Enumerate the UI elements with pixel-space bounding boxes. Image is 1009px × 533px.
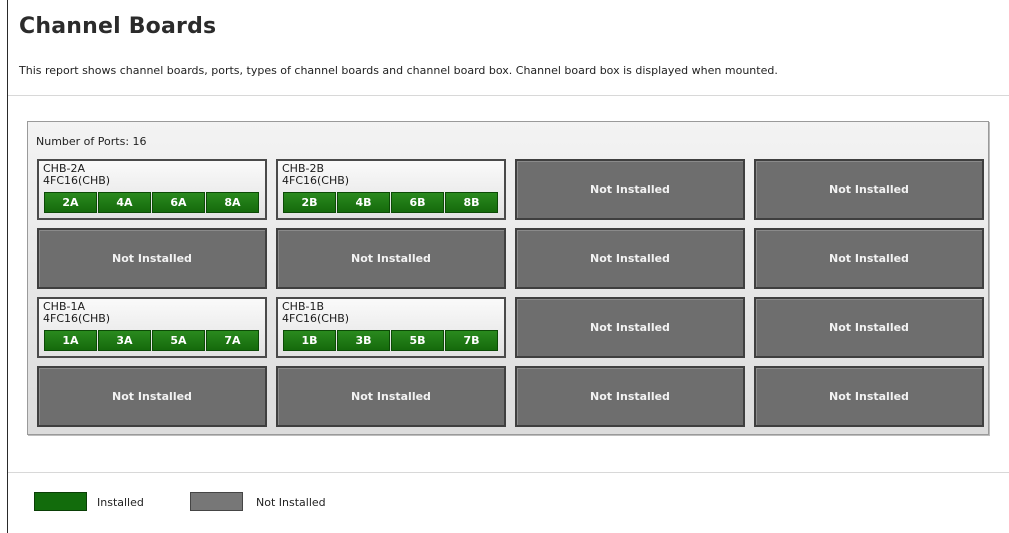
port-7a[interactable]: 7A: [206, 330, 259, 351]
not-installed-label: Not Installed: [590, 183, 670, 196]
channel-board-panel: Number of Ports: 16 CHB-2A 4FC16(CHB) 2A…: [27, 121, 989, 435]
board-chb-1b[interactable]: CHB-1B 4FC16(CHB) 1B 3B 5B 7B: [276, 297, 506, 358]
number-of-ports-label: Number of Ports: 16: [36, 135, 147, 148]
empty-slot: Not Installed: [276, 228, 506, 289]
not-installed-label: Not Installed: [351, 390, 431, 403]
port-4b[interactable]: 4B: [337, 192, 390, 213]
port-list: 2A 4A 6A 8A: [44, 192, 259, 213]
not-installed-label: Not Installed: [829, 321, 909, 334]
not-installed-label: Not Installed: [112, 390, 192, 403]
not-installed-label: Not Installed: [351, 252, 431, 265]
board-type: 4FC16(CHB): [282, 174, 350, 187]
port-5a[interactable]: 5A: [152, 330, 205, 351]
port-8a[interactable]: 8A: [206, 192, 259, 213]
board-chb-2b[interactable]: CHB-2B 4FC16(CHB) 2B 4B 6B 8B: [276, 159, 506, 220]
port-2b[interactable]: 2B: [283, 192, 336, 213]
board-chb-2a[interactable]: CHB-2A 4FC16(CHB) 2A 4A 6A 8A: [37, 159, 267, 220]
not-installed-swatch: [190, 492, 243, 511]
page-title: Channel Boards: [19, 14, 217, 39]
not-installed-label: Not Installed: [590, 252, 670, 265]
port-3b[interactable]: 3B: [337, 330, 390, 351]
empty-slot: Not Installed: [515, 159, 745, 220]
divider-bottom: [8, 472, 1009, 473]
board-chb-1a[interactable]: CHB-1A 4FC16(CHB) 1A 3A 5A 7A: [37, 297, 267, 358]
port-list: 1A 3A 5A 7A: [44, 330, 259, 351]
divider-top: [8, 95, 1009, 96]
port-1a[interactable]: 1A: [44, 330, 97, 351]
port-list: 1B 3B 5B 7B: [283, 330, 498, 351]
port-3a[interactable]: 3A: [98, 330, 151, 351]
empty-slot: Not Installed: [515, 366, 745, 427]
port-list: 2B 4B 6B 8B: [283, 192, 498, 213]
board-type: 4FC16(CHB): [43, 312, 111, 325]
not-installed-label: Not Installed: [829, 183, 909, 196]
port-5b[interactable]: 5B: [391, 330, 444, 351]
empty-slot: Not Installed: [276, 366, 506, 427]
not-installed-legend-label: Not Installed: [256, 496, 326, 509]
empty-slot: Not Installed: [754, 228, 984, 289]
installed-swatch: [34, 492, 87, 511]
port-7b[interactable]: 7B: [445, 330, 498, 351]
not-installed-label: Not Installed: [829, 390, 909, 403]
empty-slot: Not Installed: [515, 228, 745, 289]
board-type: 4FC16(CHB): [282, 312, 350, 325]
port-8b[interactable]: 8B: [445, 192, 498, 213]
installed-legend-label: Installed: [97, 496, 144, 509]
not-installed-label: Not Installed: [112, 252, 192, 265]
empty-slot: Not Installed: [754, 297, 984, 358]
not-installed-label: Not Installed: [590, 321, 670, 334]
empty-slot: Not Installed: [754, 366, 984, 427]
not-installed-label: Not Installed: [590, 390, 670, 403]
window-border: [7, 0, 8, 533]
empty-slot: Not Installed: [754, 159, 984, 220]
port-6a[interactable]: 6A: [152, 192, 205, 213]
empty-slot: Not Installed: [37, 366, 267, 427]
port-6b[interactable]: 6B: [391, 192, 444, 213]
empty-slot: Not Installed: [515, 297, 745, 358]
port-4a[interactable]: 4A: [98, 192, 151, 213]
board-type: 4FC16(CHB): [43, 174, 111, 187]
empty-slot: Not Installed: [37, 228, 267, 289]
port-2a[interactable]: 2A: [44, 192, 97, 213]
port-1b[interactable]: 1B: [283, 330, 336, 351]
not-installed-label: Not Installed: [829, 252, 909, 265]
page-description: This report shows channel boards, ports,…: [19, 64, 778, 77]
